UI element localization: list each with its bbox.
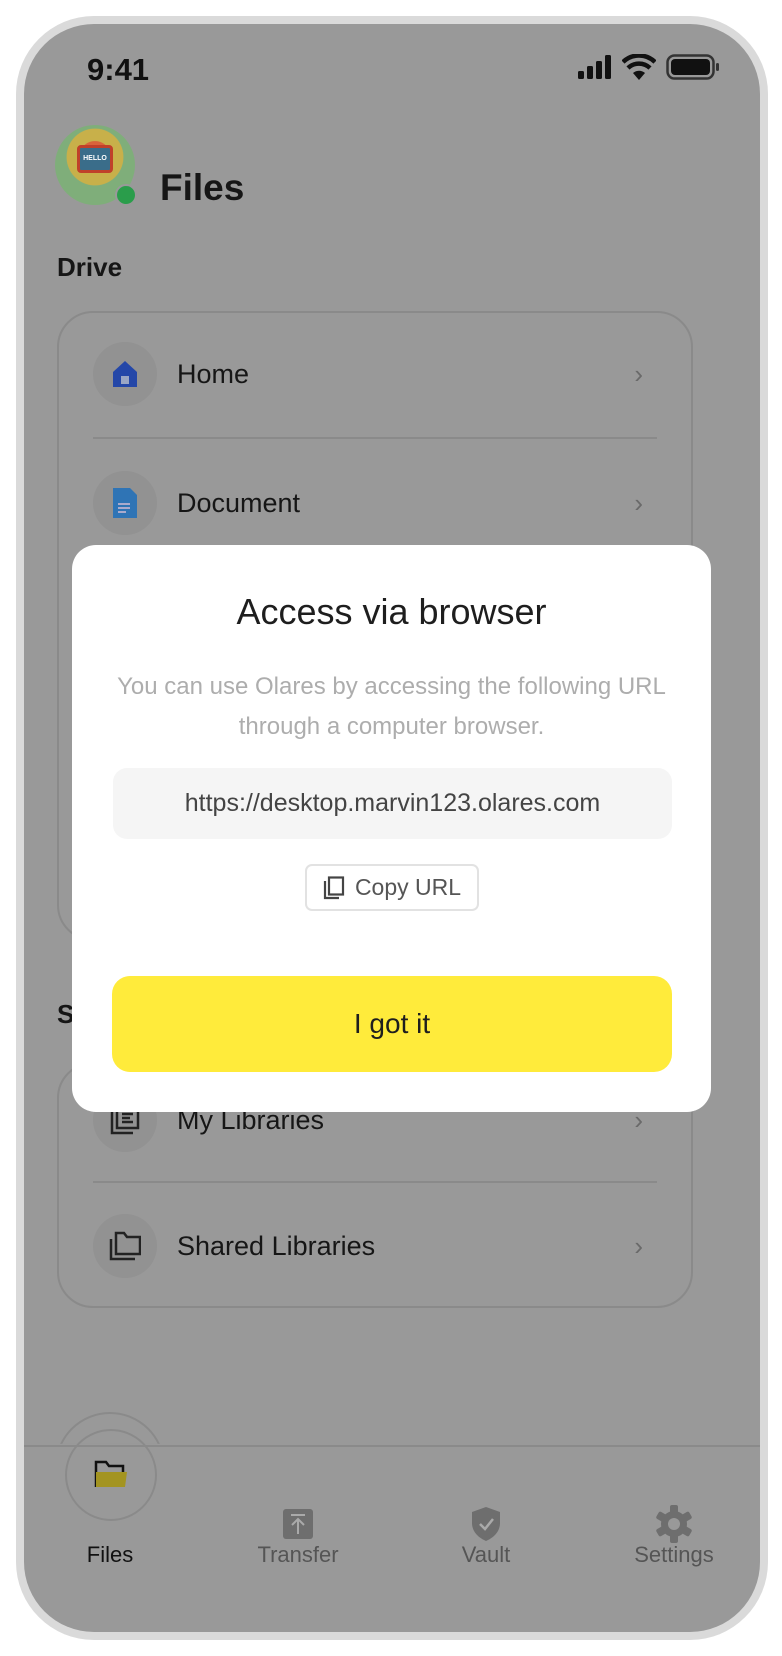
dialog-title: Access via browser xyxy=(236,591,547,632)
sync-item-label: Shared Libraries xyxy=(177,1230,376,1261)
tab-files[interactable] xyxy=(65,1429,157,1521)
status-icons xyxy=(578,54,720,80)
battery-icon xyxy=(666,54,719,80)
wifi-icon xyxy=(622,54,656,80)
sync-item-shared-libraries[interactable]: Shared Libraries › xyxy=(59,1214,691,1278)
shared-folder-icon xyxy=(93,1214,157,1278)
copy-url-button[interactable]: Copy URL xyxy=(305,864,479,911)
signal-icon xyxy=(578,55,611,79)
chevron-right-icon: › xyxy=(634,487,643,518)
chevron-right-icon: › xyxy=(634,358,643,389)
confirm-button[interactable]: I got it xyxy=(112,976,672,1072)
online-status-dot xyxy=(115,184,137,206)
divider xyxy=(93,437,657,439)
tab-files-label[interactable]: Files xyxy=(30,1542,190,1568)
drive-item-home[interactable]: Home › xyxy=(59,342,691,406)
dialog-description: You can use Olares by accessing the foll… xyxy=(117,673,666,740)
vault-shield-icon[interactable] xyxy=(466,1504,506,1544)
chevron-right-icon: › xyxy=(634,1230,643,1261)
page-title: Files xyxy=(160,167,245,208)
drive-item-document[interactable]: Document › xyxy=(59,471,691,535)
gear-icon[interactable] xyxy=(654,1504,694,1544)
tab-vault[interactable]: Vault xyxy=(406,1542,566,1568)
status-time: 9:41 xyxy=(87,52,150,87)
copy-icon xyxy=(323,875,345,899)
url-display: https://desktop.marvin123.olares.com xyxy=(113,768,672,839)
divider xyxy=(93,1181,657,1183)
copy-url-label: Copy URL xyxy=(354,874,462,900)
access-via-browser-dialog: Access via browser You can use Olares by… xyxy=(72,545,711,1112)
folder-icon xyxy=(94,1460,127,1487)
home-icon xyxy=(93,342,157,406)
avatar-logo: HELLO xyxy=(77,145,113,173)
drive-item-label: Home xyxy=(177,358,250,389)
document-icon xyxy=(93,471,157,535)
transfer-icon[interactable] xyxy=(278,1504,318,1544)
section-drive: Drive xyxy=(57,252,123,282)
tab-settings[interactable]: Settings xyxy=(594,1542,754,1568)
drive-item-label: Document xyxy=(177,487,301,518)
tab-transfer[interactable]: Transfer xyxy=(218,1542,378,1568)
